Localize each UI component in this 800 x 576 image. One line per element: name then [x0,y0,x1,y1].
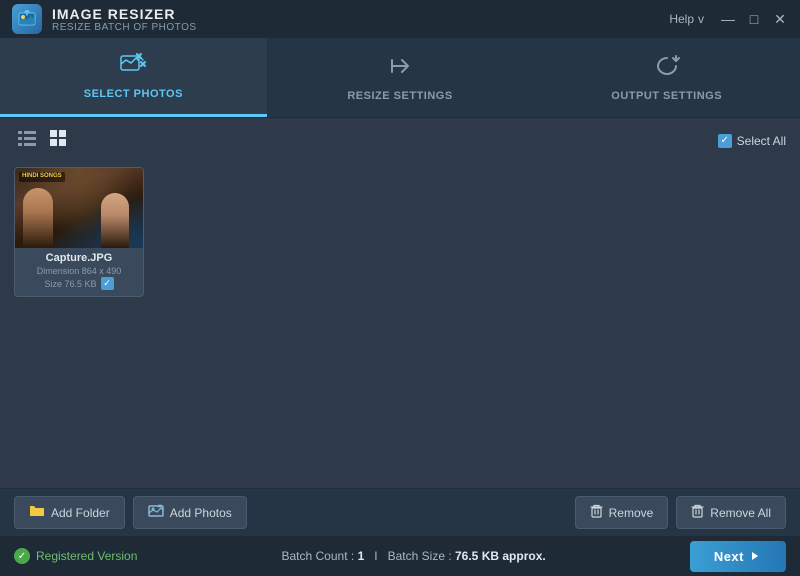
photo-size: Size 76.5 KB ✓ [15,277,143,290]
remove-all-label: Remove All [710,506,771,520]
help-arrow: v [698,12,704,26]
select-photos-icon [119,52,147,82]
photo-checkbox[interactable]: ✓ [101,277,114,290]
batch-size-value: 76.5 KB approx. [455,549,546,563]
list-view-button[interactable] [14,128,40,153]
photo-item[interactable]: HINDI SONGS Capture.JPG Dimension 864 x … [14,167,144,297]
action-bar-right: Remove Remove All [575,496,786,529]
tab-bar: SELECT PHOTOS RESIZE SETTINGS OUTPUT SET… [0,38,800,118]
app-name: IMAGE RESIZER [52,6,197,22]
tab-select-photos[interactable]: SELECT PHOTOS [0,38,267,117]
next-label: Next [714,549,744,564]
status-bar: ✓ Registered Version Batch Count : 1 I B… [0,536,800,576]
photo-overlay-text: HINDI SONGS [19,172,65,182]
tab-output-settings-label: OUTPUT SETTINGS [611,90,722,102]
window-controls: — □ ✕ [720,11,788,28]
batch-count-value: 1 [358,549,365,563]
app-logo [12,4,42,34]
select-all-control[interactable]: ✓ Select All [718,134,786,148]
tab-select-photos-label: SELECT PHOTOS [84,88,183,100]
output-settings-icon [653,54,681,84]
status-center: Batch Count : 1 I Batch Size : 76.5 KB a… [137,549,689,563]
app-subtitle: RESIZE BATCH OF PHOTOS [52,22,197,33]
next-arrow-icon [750,550,762,562]
close-button[interactable]: ✕ [772,11,788,28]
add-photos-icon [148,504,164,521]
help-label: Help [669,12,694,26]
next-button[interactable]: Next [690,541,786,572]
photo-name: Capture.JPG [15,248,143,265]
photos-grid: HINDI SONGS Capture.JPG Dimension 864 x … [14,163,786,301]
tab-output-settings[interactable]: OUTPUT SETTINGS [533,38,800,117]
remove-button[interactable]: Remove [575,496,669,529]
remove-label: Remove [609,506,654,520]
grid-view-button[interactable] [46,128,72,153]
photo-thumbnail: HINDI SONGS [15,168,143,248]
tab-resize-settings[interactable]: RESIZE SETTINGS [267,38,534,117]
remove-all-icon [691,504,704,521]
add-folder-label: Add Folder [51,506,110,520]
minimize-button[interactable]: — [720,11,736,28]
action-bar: Add Folder Add Photos Remove [0,488,800,536]
status-separator: I [374,549,377,563]
batch-size-label: Batch Size : [388,549,452,563]
batch-count-label: Batch Count : [282,549,355,563]
tab-resize-settings-label: RESIZE SETTINGS [347,90,452,102]
help-button[interactable]: Help v [669,12,704,26]
add-photos-button[interactable]: Add Photos [133,496,247,529]
photo-dimension: Dimension 864 x 490 [15,265,143,277]
title-bar-left: IMAGE RESIZER RESIZE BATCH OF PHOTOS [12,4,197,34]
add-folder-icon [29,504,45,521]
add-folder-button[interactable]: Add Folder [14,496,125,529]
registered-icon: ✓ [14,548,30,564]
select-all-label: Select All [737,134,786,148]
remove-all-button[interactable]: Remove All [676,496,786,529]
remove-icon [590,504,603,521]
title-bar: IMAGE RESIZER RESIZE BATCH OF PHOTOS Hel… [0,0,800,38]
view-toggles [14,128,72,153]
restore-button[interactable]: □ [746,11,762,28]
select-all-checkbox[interactable]: ✓ [718,134,732,148]
status-left: ✓ Registered Version [14,548,137,564]
resize-settings-icon [386,54,414,84]
title-bar-right: Help v — □ ✕ [669,11,788,28]
registered-label: Registered Version [36,549,137,563]
add-photos-label: Add Photos [170,506,232,520]
toolbar-row: ✓ Select All [14,128,786,153]
content-area: ✓ Select All HINDI SONGS Capture.JPG Dim… [0,118,800,488]
title-text: IMAGE RESIZER RESIZE BATCH OF PHOTOS [52,6,197,33]
